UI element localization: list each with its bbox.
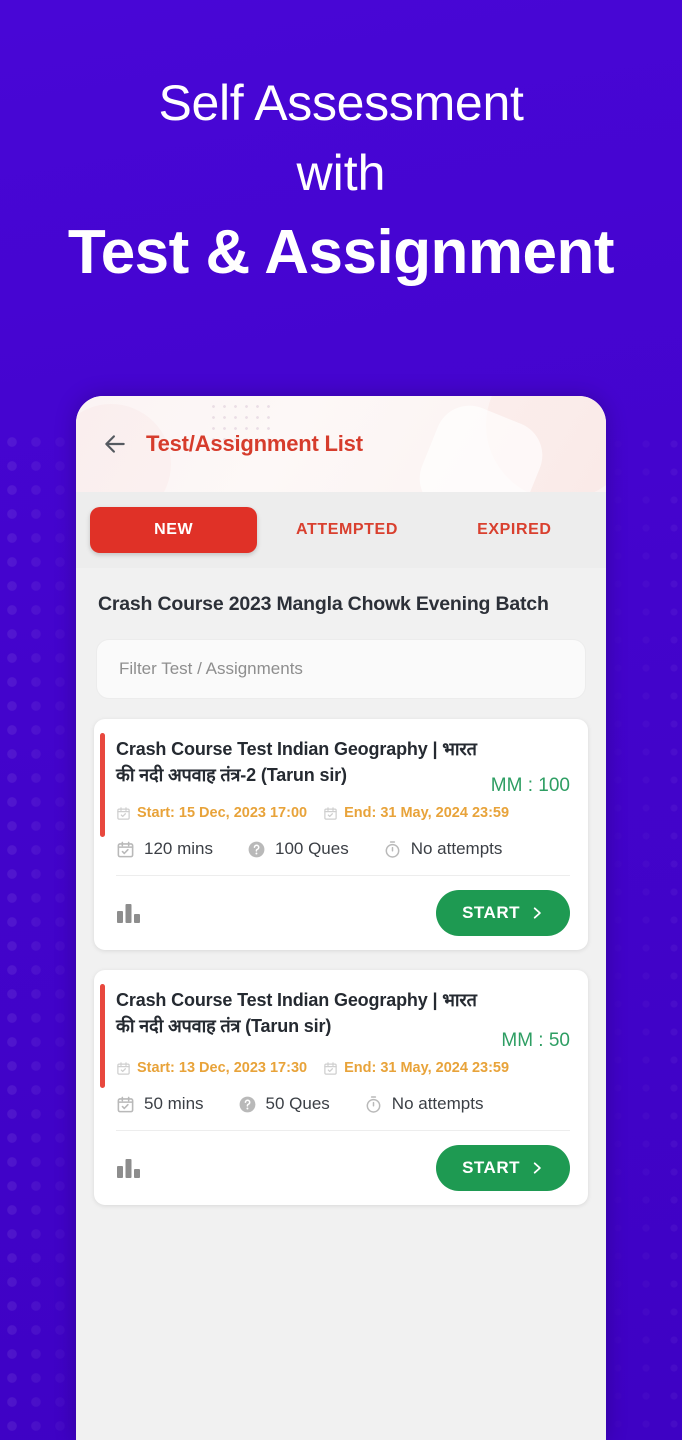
duration-stat: 50 mins — [116, 1094, 204, 1114]
start-date-group: Start: 15 Dec, 2023 17:00 — [116, 805, 307, 821]
stats-row: 120 mins 100 Ques No attempts — [116, 839, 570, 877]
filter-input[interactable] — [96, 639, 586, 700]
duration-text: 120 mins — [144, 839, 213, 859]
start-button[interactable]: START — [436, 890, 570, 937]
calendar-icon — [324, 807, 337, 820]
max-marks-label: MM : 100 — [490, 775, 570, 797]
question-mark-icon — [248, 841, 265, 858]
back-arrow-icon — [105, 435, 125, 453]
date-row: Start: 15 Dec, 2023 17:00 End: 31 May, 2… — [116, 805, 570, 821]
bar-chart-icon[interactable] — [116, 1156, 142, 1180]
end-date-text: End: 31 May, 2024 23:59 — [344, 1060, 510, 1077]
start-date-text: Start: 15 Dec, 2023 17:00 — [137, 805, 308, 822]
course-title: Crash Course 2023 Mangla Chowk Evening B… — [98, 593, 549, 615]
tab-bar: NEW ATTEMPTED EXPIRED — [76, 492, 606, 568]
promo-line-3: Test & Assignment — [67, 218, 615, 287]
start-button-label: START — [462, 903, 520, 923]
stopwatch-icon — [366, 1096, 381, 1113]
end-date-group: End: 31 May, 2024 23:59 — [323, 805, 509, 821]
test-title: Crash Course Test Indian Geography | भार… — [116, 739, 477, 785]
promo-line-1: Self Assessment — [158, 75, 524, 131]
start-date-group: Start: 13 Dec, 2023 17:30 — [116, 1060, 307, 1076]
card-actions: START — [116, 876, 570, 937]
card-accent-bar — [100, 984, 105, 1089]
test-title: Crash Course Test Indian Geography | भार… — [116, 990, 477, 1036]
end-date-group: End: 31 May, 2024 23:59 — [323, 1060, 509, 1076]
app-bar: Test/Assignment List — [76, 396, 606, 492]
tab-expired[interactable]: EXPIRED — [431, 507, 598, 553]
questions-text: 100 Ques — [274, 839, 349, 859]
test-card[interactable]: Crash Course Test Indian Geography | भार… — [94, 970, 588, 1206]
attempts-stat: No attempts — [383, 839, 503, 859]
end-date-text: End: 31 May, 2024 23:59 — [344, 805, 510, 822]
calendar-check-icon — [117, 841, 134, 858]
question-mark-icon — [239, 1096, 255, 1113]
promo-line-2: with — [296, 145, 386, 201]
questions-text: 50 Ques — [265, 1094, 330, 1114]
stopwatch-icon — [385, 841, 400, 858]
questions-stat: 50 Ques — [238, 1094, 330, 1114]
duration-stat: 120 mins — [116, 839, 213, 859]
back-button[interactable] — [94, 423, 136, 465]
start-button-label: START — [462, 1158, 520, 1178]
attempts-text: No attempts — [391, 1094, 484, 1114]
tab-new[interactable]: NEW — [90, 507, 258, 553]
halftone-pattern-left — [0, 430, 78, 1440]
phone-mockup: Test/Assignment List NEW ATTEMPTED EXPIR… — [76, 396, 606, 1440]
calendar-check-icon — [117, 1096, 134, 1113]
card-header: Crash Course Test Indian Geography | भार… — [116, 737, 570, 797]
card-accent-bar — [100, 733, 105, 838]
calendar-icon — [117, 807, 130, 820]
questions-stat: 100 Ques — [247, 839, 349, 859]
max-marks-label: MM : 50 — [501, 1030, 570, 1052]
card-header: Crash Course Test Indian Geography | भार… — [116, 988, 570, 1052]
date-row: Start: 13 Dec, 2023 17:30 End: 31 May, 2… — [116, 1060, 570, 1076]
attempts-stat: No attempts — [364, 1094, 484, 1114]
attempts-text: No attempts — [410, 839, 503, 859]
tab-attempted[interactable]: ATTEMPTED — [263, 507, 430, 553]
content-area: Crash Course 2023 Mangla Chowk Evening B… — [76, 568, 606, 1216]
bar-chart-icon[interactable] — [116, 901, 142, 925]
duration-text: 50 mins — [144, 1094, 204, 1114]
chevron-right-icon — [533, 1162, 541, 1174]
chevron-right-icon — [533, 907, 541, 919]
start-button[interactable]: START — [436, 1145, 570, 1192]
page-title: Test/Assignment List — [146, 431, 363, 456]
card-actions: START — [116, 1131, 570, 1192]
start-date-text: Start: 13 Dec, 2023 17:30 — [137, 1060, 308, 1077]
calendar-icon — [117, 1062, 130, 1075]
calendar-icon — [324, 1062, 337, 1075]
halftone-pattern-right — [604, 430, 682, 1440]
stats-row: 50 mins 50 Ques No attempts — [116, 1094, 570, 1132]
promo-headline: Self Assessment with Test & Assignment — [0, 78, 682, 284]
test-card[interactable]: Crash Course Test Indian Geography | भार… — [94, 719, 588, 951]
